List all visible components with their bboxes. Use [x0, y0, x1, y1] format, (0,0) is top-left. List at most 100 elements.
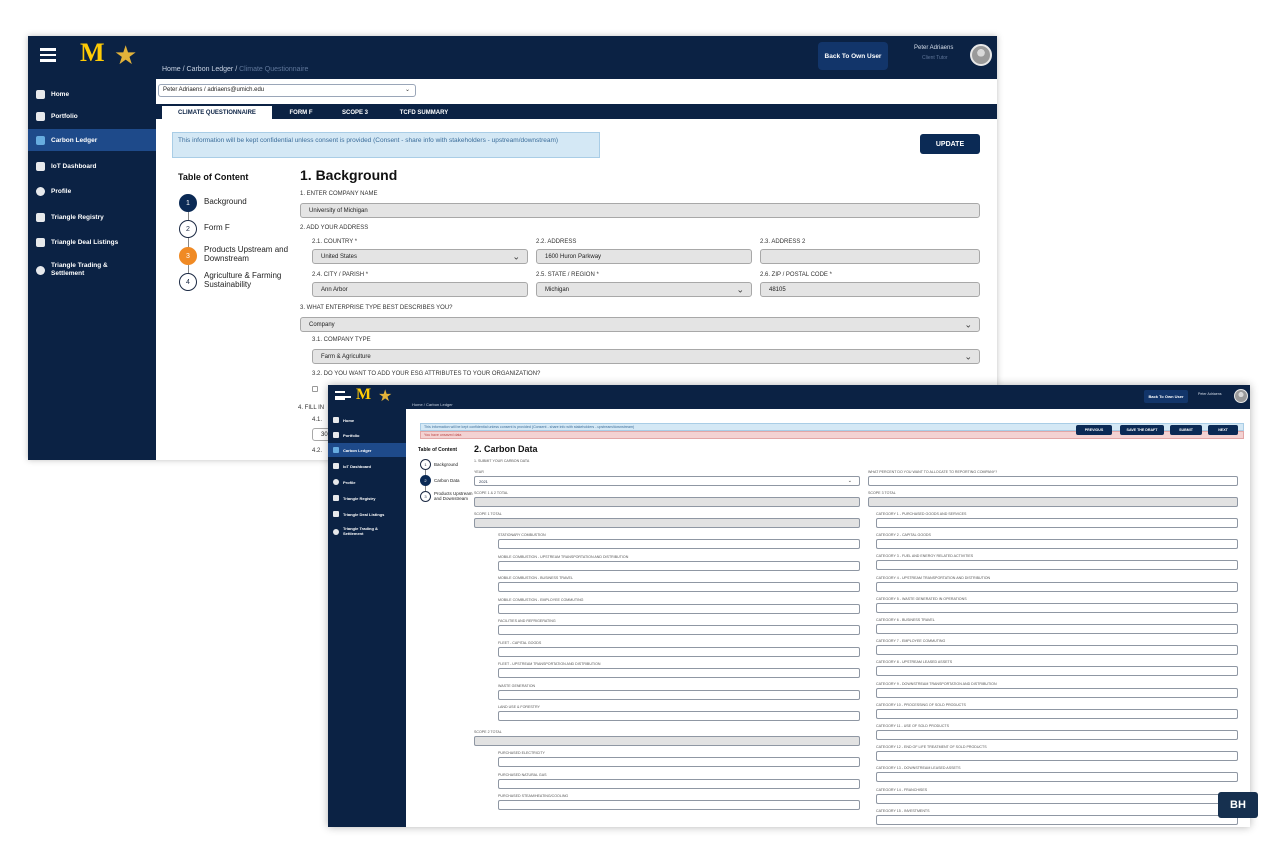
scope1-field-7-input[interactable] [498, 668, 860, 678]
back-to-own-user-button[interactable]: Back To Own User [1144, 390, 1188, 403]
nav-triangle-trading[interactable]: Triangle Trading & Settlement [28, 254, 156, 286]
scope3-category-2-label: CATEGORY 2 - CAPITAL GOODS [876, 533, 931, 538]
scope3-category-4-input[interactable] [876, 581, 1238, 592]
year-select[interactable]: 2021 ⌄ [474, 476, 860, 486]
avatar[interactable] [970, 44, 992, 66]
nav-portfolio[interactable]: Portfolio [328, 428, 406, 442]
allocation-percent-label: WHAT PERCENT DO YOU WANT TO ALLOCATE TO … [868, 470, 998, 474]
scope1-field-8-input[interactable] [498, 689, 860, 700]
nav-iot-dashboard[interactable]: IoT Dashboard [28, 155, 156, 177]
nav-triangle-deal-listings[interactable]: Triangle Deal Listings [28, 231, 156, 253]
scope-3-total-label: SCOPE 3 TOTAL [868, 491, 896, 495]
toc-step-4[interactable]: 4 [179, 273, 197, 291]
scope3-category-4-label: CATEGORY 4 - UPSTREAM TRANSPORTATION AND… [876, 575, 991, 580]
scope3-category-1-input[interactable] [876, 518, 1238, 528]
nav-carbon-ledger[interactable]: Carbon Ledger [328, 443, 406, 457]
avatar[interactable] [1234, 389, 1248, 403]
toc-step-3[interactable]: 3 [420, 491, 431, 502]
scope3-category-9-input[interactable] [876, 687, 1238, 698]
nav-triangle-deal-listings[interactable]: Triangle Deal Listings [328, 507, 406, 521]
scope3-category-12-input[interactable] [876, 751, 1238, 762]
scope-3-total-field [868, 497, 1238, 507]
scope3-category-5-input[interactable] [876, 602, 1238, 613]
floating-badge[interactable]: BH [1218, 792, 1258, 818]
nav-triangle-registry[interactable]: Triangle Registry [28, 206, 156, 228]
allocation-percent-input[interactable] [868, 476, 1238, 486]
user-select[interactable]: Peter Adriaens / adriaens@umich.edu ⌄ [158, 84, 416, 97]
next-button[interactable]: NEXT [1208, 425, 1238, 435]
scope3-category-13-input[interactable] [876, 772, 1238, 783]
scope3-category-3-input[interactable] [876, 560, 1238, 571]
scope3-category-15-input[interactable] [876, 814, 1238, 825]
save-draft-button[interactable]: SAVE THE DRAFT [1120, 425, 1164, 435]
scope3-category-11-input[interactable] [876, 730, 1238, 740]
company-type-select[interactable]: Farm & Agriculture ⌄ [312, 349, 980, 364]
esg-checkbox[interactable] [312, 386, 318, 392]
previous-button[interactable]: PREVIOUS [1076, 425, 1112, 435]
company-name-input[interactable]: University of Michigan [300, 203, 980, 218]
scope1-field-2-input[interactable] [498, 560, 860, 571]
scope1-field-1-input[interactable] [498, 539, 860, 549]
scope3-category-6-input[interactable] [876, 624, 1238, 634]
toc-step-3-label[interactable]: Products Upstream and Downstream [204, 245, 300, 263]
back-to-own-user-button[interactable]: Back To Own User [818, 42, 888, 70]
submit-button[interactable]: SUBMIT [1170, 425, 1202, 435]
toc-step-2-label[interactable]: Carbon Data [434, 478, 460, 483]
scope1-field-5-input[interactable] [498, 625, 860, 635]
nav-profile[interactable]: Profile [328, 475, 406, 489]
country-select[interactable]: United States ⌄ [312, 249, 528, 264]
scope1-field-4-input[interactable] [498, 603, 860, 614]
nav-triangle-trading[interactable]: Triangle Trading & Settlement [328, 522, 406, 542]
scope1-field-9-input[interactable] [498, 711, 860, 721]
sidebar: Home Portfolio Carbon Ledger IoT Dashboa… [28, 79, 156, 460]
hamburger-menu-icon[interactable] [335, 391, 351, 400]
scope2-field-2-label: PURCHASED NATURAL GAS [498, 772, 547, 777]
nav-carbon-ledger[interactable]: Carbon Ledger [28, 129, 156, 151]
breadcrumb-carbon-ledger[interactable]: Carbon Ledger [426, 402, 453, 407]
scope3-category-10-input[interactable] [876, 708, 1238, 719]
nav-portfolio[interactable]: Portfolio [28, 105, 156, 127]
scope2-field-3-input[interactable] [498, 800, 860, 810]
update-button[interactable]: UPDATE [920, 134, 980, 154]
chevron-down-icon: ⌄ [847, 478, 852, 484]
toc-step-3-label[interactable]: Products Upstream and Downstream [434, 491, 476, 501]
tab-form-f[interactable]: FORM F [276, 106, 326, 119]
address-input[interactable]: 1600 Huron Parkway [536, 249, 752, 264]
nav-profile[interactable]: Profile [28, 180, 156, 202]
scope3-category-7-input[interactable] [876, 645, 1238, 656]
scope1-field-1-label: STATIONARY COMBUSTION [498, 533, 546, 537]
toc-step-2[interactable]: 2 [420, 475, 431, 486]
toc-step-1-label[interactable]: Background [204, 197, 247, 206]
nav-iot-dashboard[interactable]: IoT Dashboard [328, 459, 406, 473]
scope2-field-2-input[interactable] [498, 778, 860, 789]
scope3-category-8-input[interactable] [876, 666, 1238, 677]
hamburger-menu-icon[interactable] [40, 48, 56, 62]
tab-climate-questionnaire[interactable]: CLIMATE QUESTIONNAIRE [162, 106, 272, 119]
state-select[interactable]: Michigan ⌄ [536, 282, 752, 297]
scope2-field-1-input[interactable] [498, 757, 860, 767]
toc-step-1[interactable]: 1 [179, 194, 197, 212]
city-input[interactable]: Ann Arbor [312, 282, 528, 297]
toc-step-2[interactable]: 2 [179, 220, 197, 238]
scope1-field-6-input[interactable] [498, 646, 860, 657]
breadcrumb: Home / Carbon Ledger [412, 402, 453, 407]
toc-step-4-label[interactable]: Agriculture & Farming Sustainability [204, 271, 300, 289]
breadcrumb-carbon-ledger[interactable]: Carbon Ledger [187, 66, 234, 73]
zip-input[interactable]: 48105 [760, 282, 980, 297]
breadcrumb-home[interactable]: Home [412, 402, 423, 407]
nav-triangle-registry[interactable]: Triangle Registry [328, 491, 406, 505]
breadcrumb-home[interactable]: Home [162, 66, 181, 73]
tab-tcfd-summary[interactable]: TCFD SUMMARY [384, 106, 464, 119]
scope3-category-2-input[interactable] [876, 539, 1238, 550]
toc-step-2-label[interactable]: Form F [204, 223, 230, 232]
nav-home[interactable]: Home [328, 413, 406, 427]
scope1-field-3-input[interactable] [498, 582, 860, 592]
nav-home[interactable]: Home [28, 83, 156, 105]
tab-scope-3[interactable]: SCOPE 3 [328, 106, 382, 119]
toc-step-1-label[interactable]: Background [434, 462, 458, 467]
toc-step-1[interactable]: 1 [420, 459, 431, 470]
toc-step-3[interactable]: 3 [179, 247, 197, 265]
address2-input[interactable] [760, 249, 980, 264]
scope3-category-14-input[interactable] [876, 793, 1238, 804]
enterprise-type-select[interactable]: Company ⌄ [300, 317, 980, 332]
